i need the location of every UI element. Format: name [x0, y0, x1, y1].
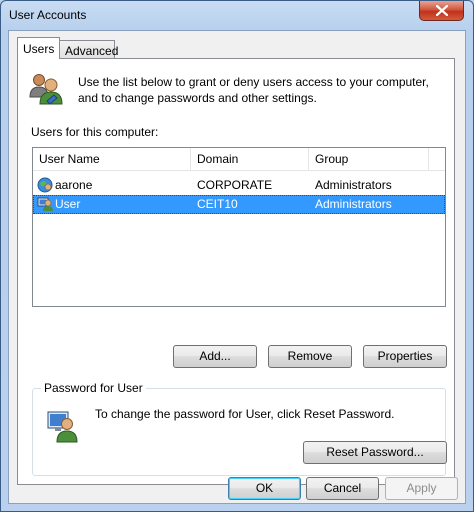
user-name-cell: aarone [55, 178, 93, 192]
user-accounts-window: User Accounts Users Advanced Use the lis… [0, 0, 474, 512]
domain-user-icon [37, 177, 53, 196]
column-header-user-name[interactable]: User Name [33, 148, 191, 170]
title-bar[interactable]: User Accounts [1, 1, 473, 29]
password-group: Password for User To change the password… [32, 381, 447, 476]
domain-cell: CEIT10 [197, 197, 238, 211]
list-header: User Name Domain Group [33, 148, 445, 171]
close-icon [436, 5, 448, 16]
remove-button[interactable]: Remove [268, 345, 352, 368]
window-title: User Accounts [9, 8, 87, 22]
users-list-label: Users for this computer: [31, 125, 159, 139]
close-button[interactable] [419, 1, 464, 21]
user-password-icon [45, 409, 79, 446]
list-row-aarone[interactable]: aarone CORPORATE Administrators [33, 176, 445, 195]
list-row-user[interactable]: User CEIT10 Administrators [33, 195, 445, 214]
dialog-body: Users Advanced Use the list below to gra… [8, 30, 466, 504]
column-header-group[interactable]: Group [309, 148, 429, 170]
password-instructions: To change the password for User, click R… [95, 407, 395, 421]
apply-button[interactable]: Apply [385, 477, 458, 500]
ok-button[interactable]: OK [228, 477, 301, 500]
domain-cell: CORPORATE [197, 178, 273, 192]
add-button[interactable]: Add... [173, 345, 257, 368]
users-group-icon [28, 71, 64, 110]
tab-users[interactable]: Users [17, 37, 61, 59]
users-tab-panel: Use the list below to grant or deny user… [17, 58, 455, 485]
intro-text: Use the list below to grant or deny user… [78, 75, 429, 105]
tab-advanced[interactable]: Advanced [59, 40, 118, 59]
group-cell: Administrators [315, 197, 392, 211]
column-header-domain[interactable]: Domain [191, 148, 309, 170]
users-list[interactable]: User Name Domain Group aarone CORPORATE … [32, 147, 446, 307]
group-cell: Administrators [315, 178, 392, 192]
user-name-cell: User [55, 197, 81, 211]
password-group-title: Password for User [41, 381, 146, 395]
reset-password-button[interactable]: Reset Password... [303, 441, 447, 464]
properties-button[interactable]: Properties [363, 345, 447, 368]
local-user-icon [37, 196, 53, 215]
cancel-button[interactable]: Cancel [306, 477, 379, 500]
